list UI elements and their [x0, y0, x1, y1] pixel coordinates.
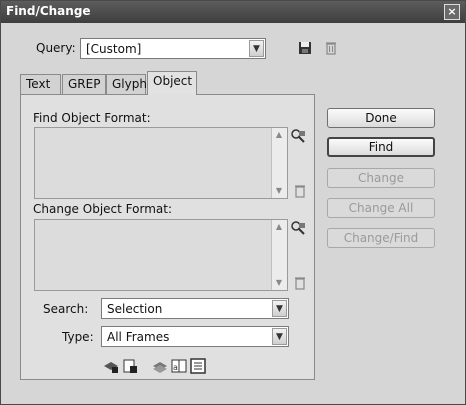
include-locked-layers-icon[interactable] [103, 358, 119, 374]
type-dropdown[interactable]: All Frames ▼ [101, 326, 289, 347]
tab-grep[interactable]: GREP [62, 74, 106, 94]
chevron-down-icon[interactable]: ▼ [272, 328, 287, 345]
change-format-label: Change Object Format: [33, 202, 172, 216]
scroll-up-icon[interactable]: ▲ [272, 128, 286, 142]
save-query-icon[interactable] [297, 40, 313, 56]
query-dropdown[interactable]: [Custom] ▼ [80, 38, 266, 59]
include-hidden-layers-icon[interactable] [152, 358, 168, 374]
scroll-up-icon[interactable]: ▲ [272, 220, 286, 234]
type-label: Type: [62, 330, 94, 344]
change-button[interactable]: Change [327, 168, 435, 188]
search-dropdown[interactable]: Selection ▼ [101, 298, 289, 319]
find-button[interactable]: Find [327, 137, 435, 157]
scrollbar[interactable]: ▲ ▼ [271, 128, 287, 198]
find-change-dialog: Find/Change × Query: [Custom] ▼ Text GRE… [0, 0, 466, 405]
close-button[interactable]: × [444, 4, 460, 20]
change-all-button[interactable]: Change All [327, 198, 435, 218]
specify-find-format-icon[interactable] [290, 128, 306, 144]
clear-change-format-icon[interactable] [292, 275, 308, 291]
include-master-pages-icon[interactable]: a [171, 358, 187, 374]
find-format-box[interactable]: ▲ ▼ [34, 127, 288, 199]
tab-object[interactable]: Object [147, 71, 197, 95]
change-find-button[interactable]: Change/Find [327, 228, 435, 248]
done-button[interactable]: Done [327, 108, 435, 128]
chevron-down-icon[interactable]: ▼ [249, 40, 264, 57]
query-label: Query: [36, 41, 76, 55]
query-value: [Custom] [86, 42, 142, 56]
search-label: Search: [43, 302, 89, 316]
tab-glyph[interactable]: Glyph [106, 74, 147, 94]
title-bar: Find/Change × [1, 1, 465, 23]
scrollbar[interactable]: ▲ ▼ [271, 220, 287, 290]
include-locked-objects-icon[interactable] [122, 358, 138, 374]
scroll-down-icon[interactable]: ▼ [272, 184, 286, 198]
find-format-label: Find Object Format: [33, 111, 151, 125]
window-title: Find/Change [6, 4, 91, 18]
search-value: Selection [107, 302, 163, 316]
svg-text:a: a [173, 363, 178, 372]
chevron-down-icon[interactable]: ▼ [272, 300, 287, 317]
include-footnotes-icon[interactable] [190, 358, 206, 374]
tab-text[interactable]: Text [20, 74, 61, 94]
scroll-down-icon[interactable]: ▼ [272, 276, 286, 290]
delete-query-icon[interactable] [323, 40, 339, 56]
specify-change-format-icon[interactable] [290, 220, 306, 236]
type-value: All Frames [107, 330, 170, 344]
clear-find-format-icon[interactable] [292, 183, 308, 199]
change-format-box[interactable]: ▲ ▼ [34, 219, 288, 291]
